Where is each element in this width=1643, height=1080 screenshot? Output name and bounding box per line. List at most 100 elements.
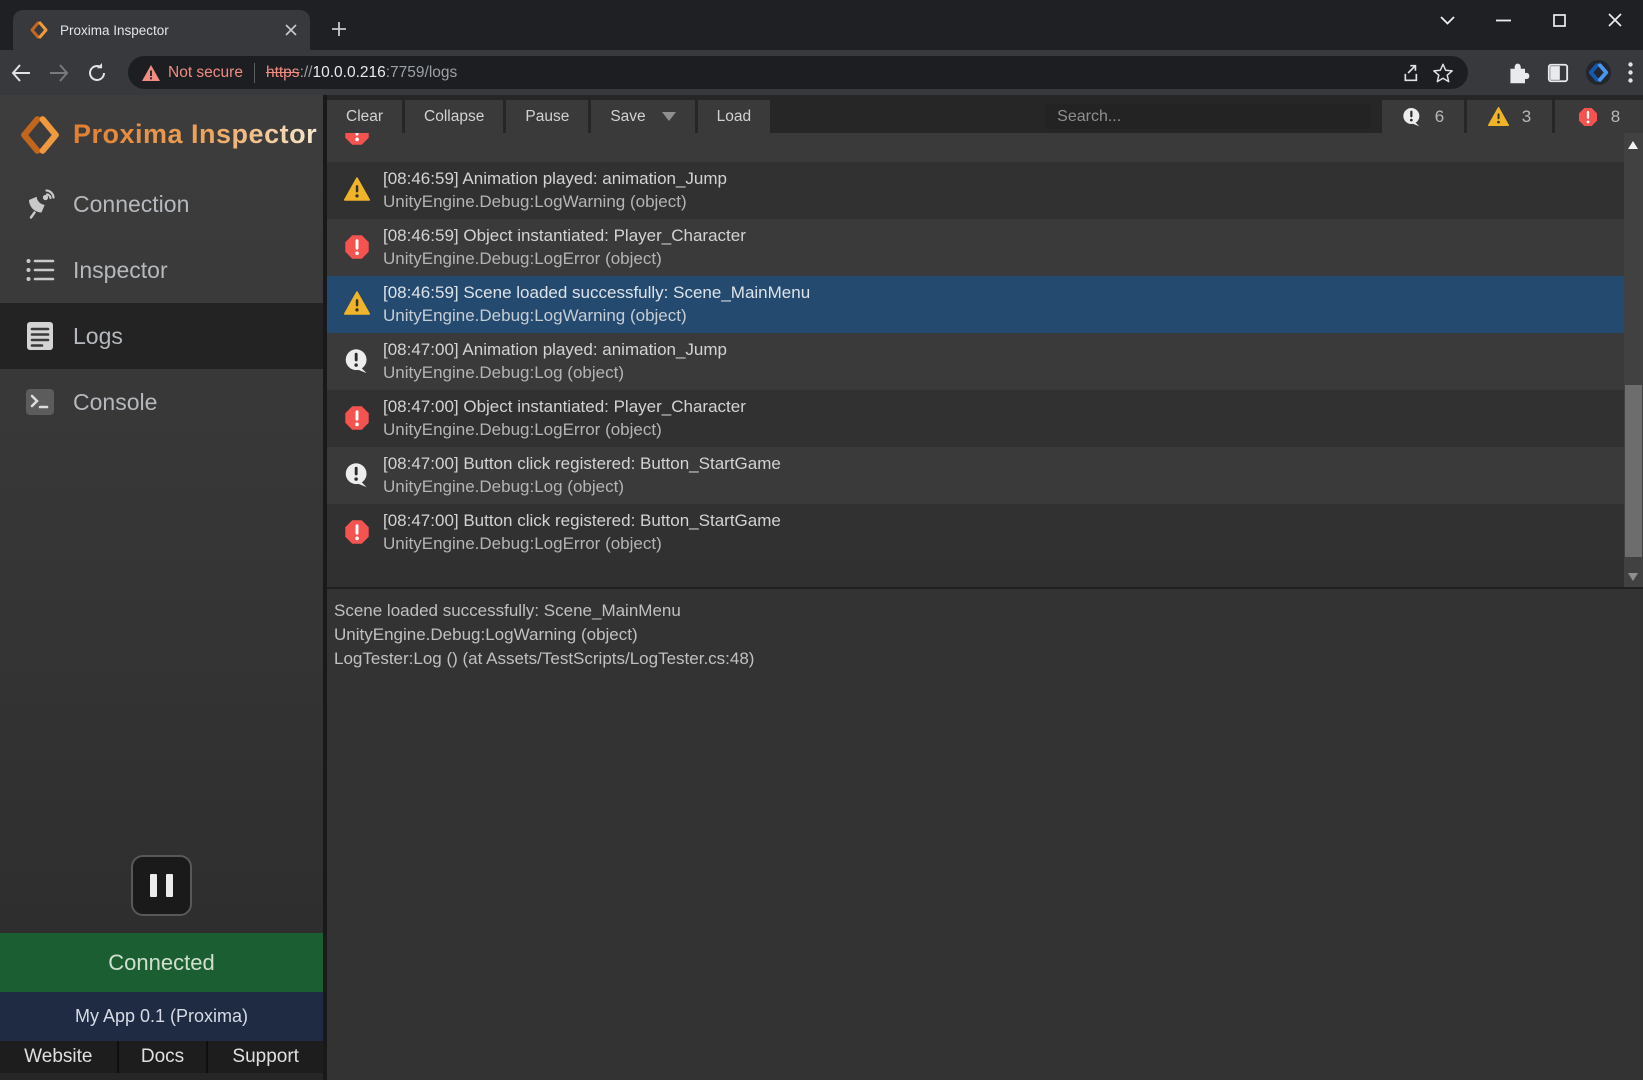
reload-icon[interactable] — [80, 56, 114, 90]
browser-tab[interactable]: Proxima Inspector — [13, 10, 310, 50]
log-row[interactable]: [08:47:00] Object instantiated: Player_C… — [327, 390, 1643, 447]
log-row[interactable]: [08:46:59] Scene loaded successfully: Sc… — [327, 276, 1643, 333]
profile-avatar[interactable] — [1585, 59, 1612, 86]
info-bubble-icon — [1402, 107, 1422, 127]
log-row[interactable]: [08:47:00] Button click registered: Butt… — [327, 447, 1643, 504]
proxima-logo-icon — [19, 114, 61, 156]
log-rows: UnityEngine.Debug:LogError (object)[08:4… — [327, 133, 1643, 561]
error-octagon-icon — [1578, 107, 1598, 127]
footer-link-docs[interactable]: Docs — [119, 1041, 207, 1073]
not-secure-warning-icon — [142, 65, 160, 81]
scrollbar-thumb[interactable] — [1625, 385, 1642, 557]
error-count: 8 — [1611, 107, 1620, 127]
log-row[interactable]: [08:46:59] Animation played: animation_J… — [327, 162, 1643, 219]
detail-line-stack: UnityEngine.Debug:LogWarning (object) — [334, 623, 1643, 647]
log-stack: UnityEngine.Debug:LogWarning (object) — [383, 190, 727, 213]
clear-button[interactable]: Clear — [327, 100, 402, 133]
url-host: 10.0.0.216 — [312, 64, 385, 81]
warning-count-toggle[interactable]: 3 — [1467, 100, 1552, 133]
app-info-bar: My App 0.1 (Proxima) — [0, 992, 323, 1041]
log-stack: UnityEngine.Debug:LogError (object) — [383, 418, 746, 441]
sidebar-item-logs[interactable]: Logs — [0, 303, 323, 369]
log-message: [08:46:59] Object instantiated: Player_C… — [383, 224, 746, 247]
scroll-up-arrow-icon[interactable] — [1628, 141, 1638, 149]
favicon-proxima-icon — [30, 21, 48, 39]
address-bar-right — [1507, 50, 1643, 95]
sidebar-item-label: Console — [73, 389, 157, 416]
omnibox[interactable]: Not secure https://10.0.0.216:7759/logs — [128, 56, 1468, 89]
log-row[interactable]: [08:46:59] Object instantiated: Player_C… — [327, 219, 1643, 276]
sidebar: Proxima Inspector Connection Inspector L… — [0, 95, 327, 1080]
address-bar: Not secure https://10.0.0.216:7759/logs — [0, 50, 1643, 95]
save-dropdown-caret-icon[interactable] — [662, 112, 676, 121]
maximize-icon[interactable] — [1531, 0, 1587, 40]
detail-line-message: Scene loaded successfully: Scene_MainMen… — [334, 599, 1643, 623]
log-row[interactable]: [08:47:00] Button click registered: Butt… — [327, 504, 1643, 561]
sidebar-item-label: Logs — [73, 323, 123, 350]
log-stack: UnityEngine.Debug:LogWarning (object) — [383, 304, 810, 327]
footer-link-website[interactable]: Website — [0, 1041, 117, 1073]
connection-status-bar: Connected — [0, 933, 323, 992]
log-message: [08:47:00] Button click registered: Butt… — [383, 509, 781, 532]
satellite-icon — [24, 189, 56, 219]
load-button[interactable]: Load — [698, 100, 770, 133]
log-stack: UnityEngine.Debug:Log (object) — [383, 361, 727, 384]
main-panel: Clear Collapse Pause Save Load 6 3 — [327, 95, 1643, 1080]
log-lines: [08:47:00] Animation played: animation_J… — [383, 333, 727, 384]
log-lines: [08:46:59] Scene loaded successfully: Sc… — [383, 276, 810, 327]
url-scheme: https — [266, 64, 300, 81]
browser-menu-dots-icon[interactable] — [1628, 62, 1633, 83]
logs-toolbar: Clear Collapse Pause Save Load 6 3 — [327, 95, 1643, 133]
minimize-icon[interactable] — [1475, 0, 1531, 40]
tab-search-chevron-icon[interactable] — [1419, 0, 1475, 40]
bookmark-star-icon[interactable] — [1426, 56, 1460, 89]
error-icon — [344, 133, 370, 146]
log-row[interactable]: UnityEngine.Debug:LogError (object) — [327, 133, 1643, 162]
pause-stream-button[interactable] — [131, 855, 192, 916]
side-panel-icon[interactable] — [1547, 62, 1569, 84]
proxima-app: Proxima Inspector Connection Inspector L… — [0, 95, 1643, 1080]
log-lines: [08:47:00] Button click registered: Butt… — [383, 447, 781, 498]
sidebar-item-console[interactable]: Console — [0, 369, 323, 435]
pause-button[interactable]: Pause — [506, 100, 588, 133]
brand: Proxima Inspector — [0, 95, 323, 157]
log-lines: [08:46:59] Object instantiated: Player_C… — [383, 219, 746, 270]
list-filler — [327, 561, 1643, 587]
extensions-puzzle-icon[interactable] — [1507, 61, 1531, 85]
info-count-toggle[interactable]: 6 — [1382, 100, 1464, 133]
warning-triangle-icon — [1488, 107, 1509, 126]
log-row[interactable]: [08:47:00] Animation played: animation_J… — [327, 333, 1643, 390]
pause-bar — [150, 874, 157, 897]
brand-title: Proxima Inspector — [73, 119, 317, 150]
scroll-down-arrow-icon[interactable] — [1628, 573, 1638, 581]
detail-line-source: LogTester:Log () (at Assets/TestScripts/… — [334, 647, 1643, 671]
error-icon — [344, 234, 370, 260]
pause-wrap — [0, 855, 323, 916]
sidebar-item-inspector[interactable]: Inspector — [0, 237, 323, 303]
share-icon[interactable] — [1392, 56, 1426, 89]
log-lines: [08:46:59] Animation played: animation_J… — [383, 162, 727, 213]
close-window-icon[interactable] — [1587, 0, 1643, 40]
back-icon[interactable] — [4, 56, 38, 90]
info-count: 6 — [1435, 107, 1444, 127]
search-input[interactable] — [1045, 104, 1371, 129]
url-text: https://10.0.0.216:7759/logs — [266, 64, 1392, 82]
log-scrollbar[interactable] — [1624, 133, 1643, 587]
collapse-button[interactable]: Collapse — [405, 100, 503, 133]
sidebar-bottom-strip — [0, 1073, 323, 1080]
log-lines: [08:47:00] Object instantiated: Player_C… — [383, 390, 746, 441]
footer-link-support[interactable]: Support — [208, 1041, 323, 1073]
warning-icon — [344, 291, 370, 317]
new-tab-icon[interactable] — [326, 16, 352, 42]
sidebar-item-connection[interactable]: Connection — [0, 171, 323, 237]
log-message: [08:46:59] Animation played: animation_J… — [383, 167, 727, 190]
log-stack: UnityEngine.Debug:LogError (object) — [383, 247, 746, 270]
tab-close-icon[interactable] — [282, 21, 300, 39]
save-button[interactable]: Save — [591, 100, 694, 133]
window-controls — [1419, 0, 1643, 40]
log-message: [08:47:00] Animation played: animation_J… — [383, 338, 727, 361]
error-count-toggle[interactable]: 8 — [1555, 100, 1643, 133]
info-icon — [344, 348, 370, 374]
log-message: [08:47:00] Object instantiated: Player_C… — [383, 395, 746, 418]
forward-icon[interactable] — [42, 56, 76, 90]
